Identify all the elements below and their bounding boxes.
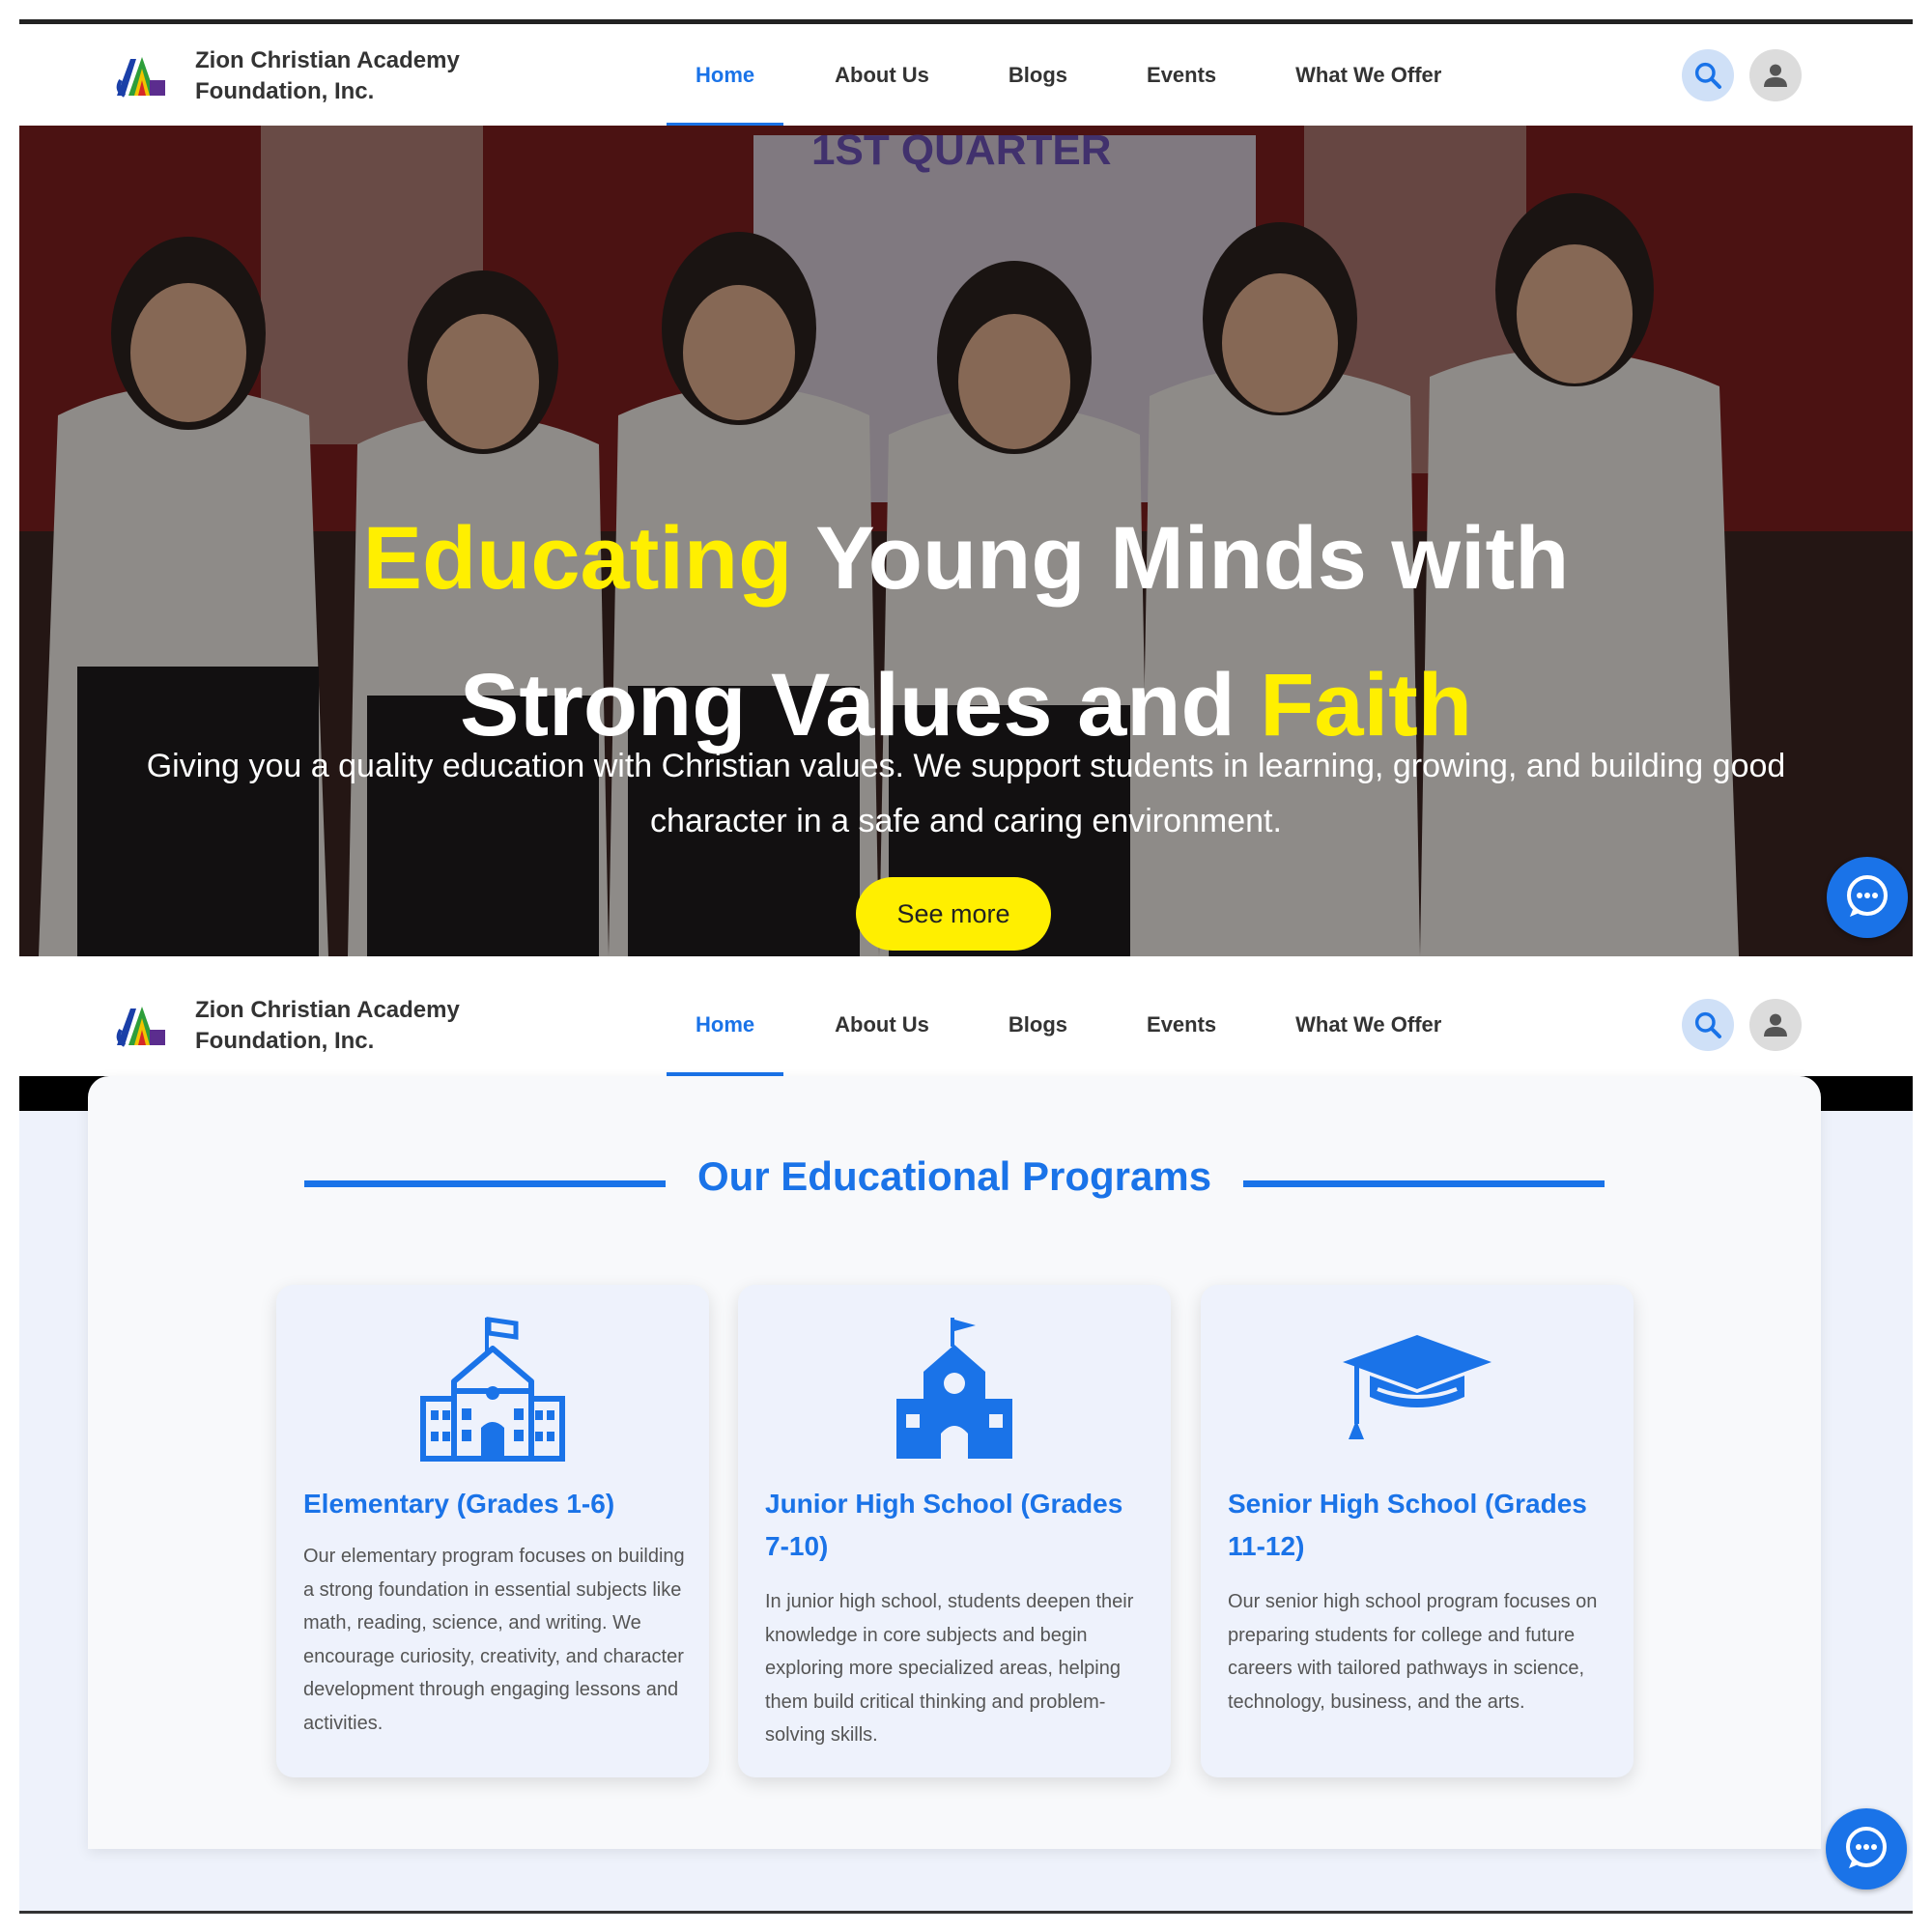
search-icon (1694, 1011, 1721, 1038)
program-card-icon-wrap (738, 1314, 1171, 1468)
chat-bubble-icon (1846, 1827, 1887, 1868)
nav-item-blogs[interactable]: Blogs (980, 974, 1096, 1076)
program-card-senior-high[interactable]: Senior High School (Grades 11-12) Our se… (1201, 1285, 1634, 1777)
brand-line-1: Zion Christian Academy (195, 47, 460, 73)
program-card-junior-high[interactable]: Junior High School (Grades 7-10) In juni… (738, 1285, 1171, 1777)
search-button[interactable] (1682, 49, 1734, 101)
nav-item-events[interactable]: Events (1118, 974, 1245, 1076)
user-button[interactable] (1749, 49, 1802, 101)
program-card-title: Junior High School (Grades 7-10) (765, 1489, 1123, 1561)
user-icon (1764, 1013, 1787, 1037)
program-card-icon-wrap (1201, 1314, 1634, 1468)
hero-section: 1ST QUARTER Educating Young Minds with S… (19, 126, 1913, 956)
search-button[interactable] (1682, 999, 1734, 1051)
chat-button[interactable] (1826, 1808, 1907, 1889)
program-card-icon-wrap (276, 1314, 709, 1468)
user-button[interactable] (1749, 999, 1802, 1051)
hero-subtitle: Giving you a quality education with Chri… (146, 748, 1786, 839)
search-icon (1694, 62, 1721, 89)
nav-item-what-we-offer[interactable]: What We Offer (1266, 974, 1470, 1076)
nav-item-home[interactable]: Home (667, 24, 784, 127)
school-logo[interactable] (111, 51, 173, 101)
title-line-right (1243, 1180, 1605, 1187)
nav-item-what-we-offer[interactable]: What We Offer (1266, 24, 1470, 127)
header-nav: Zion Christian Academy Foundation, Inc. … (19, 24, 1913, 127)
program-card-elementary[interactable]: Elementary (Grades 1-6) Our elementary p… (276, 1285, 709, 1777)
nav-item-blogs[interactable]: Blogs (980, 24, 1096, 127)
nav-item-about-us[interactable]: About Us (806, 974, 958, 1076)
school-logo[interactable] (111, 1001, 173, 1051)
graduation-cap-icon (1343, 1335, 1492, 1439)
program-card-title: Senior High School (Grades 11-12) (1228, 1489, 1587, 1561)
sticky-header-nav: Zion Christian Academy Foundation, Inc. … (19, 974, 1913, 1076)
programs-title: Our Educational Programs (696, 1153, 1212, 1199)
hero-title-highlight-1: Educating (362, 509, 793, 608)
programs-panel: Our Educational Programs Elementary (Gra… (88, 1076, 1821, 1849)
program-card-description: In junior high school, students deepen t… (765, 1591, 1134, 1746)
user-icon (1764, 64, 1787, 87)
see-more-button[interactable]: See more (856, 877, 1051, 951)
program-card-description: Our elementary program focuses on buildi… (303, 1546, 685, 1734)
hero-title-part-2: Young Minds with (792, 509, 1570, 608)
main-menu: Home About Us Blogs Events What We Offer (667, 974, 1470, 1076)
brand-line-2: Foundation, Inc. (195, 78, 375, 104)
main-menu: Home About Us Blogs Events What We Offer (667, 24, 1470, 127)
nav-item-events[interactable]: Events (1118, 24, 1245, 127)
brand-line-2: Foundation, Inc. (195, 1028, 375, 1054)
brand-line-1: Zion Christian Academy (195, 997, 460, 1023)
program-card-description: Our senior high school program focuses o… (1228, 1591, 1598, 1713)
bottom-border (19, 1911, 1913, 1914)
brand-name[interactable]: Zion Christian Academy Foundation, Inc. (195, 995, 460, 1057)
program-card-title: Elementary (Grades 1-6) (303, 1489, 615, 1519)
chat-button[interactable] (1827, 857, 1908, 938)
brand-name[interactable]: Zion Christian Academy Foundation, Inc. (195, 45, 460, 107)
schoolhouse-icon (896, 1318, 1012, 1459)
school-building-icon (420, 1317, 565, 1462)
nav-item-about-us[interactable]: About Us (806, 24, 958, 127)
chat-bubble-icon (1847, 875, 1888, 917)
hero-title: Educating Young Minds with Strong Values… (19, 485, 1913, 779)
nav-item-home[interactable]: Home (667, 974, 784, 1076)
